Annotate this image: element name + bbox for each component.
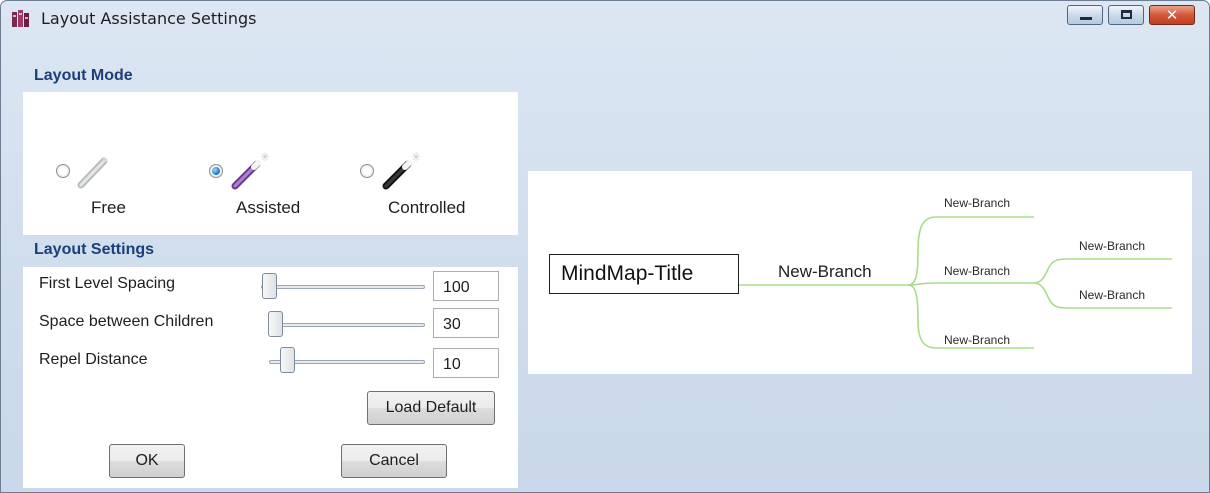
mindmap-branch-middle[interactable]: New-Branch	[944, 264, 1010, 278]
mode-label-free: Free	[91, 198, 126, 217]
mode-label-assisted: Assisted	[236, 198, 301, 217]
close-icon: ✕	[1165, 6, 1179, 24]
cancel-button[interactable]: Cancel	[341, 444, 447, 478]
load-default-button[interactable]: Load Default	[367, 391, 495, 425]
first-level-spacing-thumb[interactable]	[262, 273, 277, 299]
minimize-icon	[1080, 17, 1092, 20]
first-level-spacing-label: First Level Spacing	[39, 275, 176, 292]
maximize-icon	[1121, 10, 1132, 19]
mindmap-branch-top[interactable]: New-Branch	[944, 196, 1010, 210]
layout-settings-panel: First Level Spacing 100 Space between Ch…	[23, 267, 518, 488]
radio-free[interactable]	[56, 164, 70, 178]
radio-controlled[interactable]	[360, 164, 374, 178]
mode-option-assisted[interactable]: ✳	[209, 150, 271, 192]
mindmap-branch-sub-bottom[interactable]: New-Branch	[1079, 288, 1145, 302]
minimize-button[interactable]	[1067, 5, 1103, 25]
repel-distance-input[interactable]: 10	[433, 348, 499, 378]
first-level-spacing-slider[interactable]	[261, 285, 425, 289]
radio-assisted[interactable]	[209, 164, 223, 178]
svg-text:✳: ✳	[411, 150, 421, 164]
magic-wand-purple-icon: ✳	[231, 150, 270, 190]
layout-mode-header: Layout Mode	[34, 67, 133, 84]
mindmap-branch-bottom[interactable]: New-Branch	[944, 333, 1010, 347]
space-between-children-thumb[interactable]	[268, 311, 283, 337]
space-between-children-input[interactable]: 30	[433, 308, 499, 338]
first-level-spacing-input[interactable]: 100	[433, 271, 499, 301]
layout-settings-header: Layout Settings	[34, 241, 155, 258]
pencil-gray-icon	[77, 157, 108, 189]
ok-button[interactable]: OK	[109, 444, 185, 478]
layout-mode-panel: Free ✳ Assisted ✳ Controlled	[23, 92, 518, 235]
window-title: Layout Assistance Settings	[41, 9, 257, 28]
magic-wand-black-icon: ✳	[382, 150, 421, 190]
mindmap-branch-sub-top[interactable]: New-Branch	[1079, 239, 1145, 253]
app-icon	[12, 10, 29, 27]
svg-text:✳: ✳	[260, 150, 270, 164]
close-button[interactable]: ✕	[1149, 5, 1195, 25]
repel-distance-label: Repel Distance	[39, 351, 148, 368]
layout-assistance-settings-window: Layout Assistance Settings ✕ Layout Mode…	[0, 0, 1210, 493]
mindmap-branch-main[interactable]: New-Branch	[778, 262, 872, 282]
mode-option-controlled[interactable]: ✳	[360, 150, 422, 192]
repel-distance-thumb[interactable]	[280, 347, 295, 373]
space-between-children-label: Space between Children	[39, 313, 214, 330]
maximize-button[interactable]	[1108, 5, 1144, 25]
space-between-children-slider[interactable]	[268, 323, 425, 327]
mode-label-controlled: Controlled	[388, 198, 466, 217]
mode-option-free[interactable]	[56, 152, 114, 190]
title-bar[interactable]: Layout Assistance Settings ✕	[1, 1, 1209, 37]
mindmap-title-node[interactable]: MindMap-Title	[549, 254, 739, 294]
